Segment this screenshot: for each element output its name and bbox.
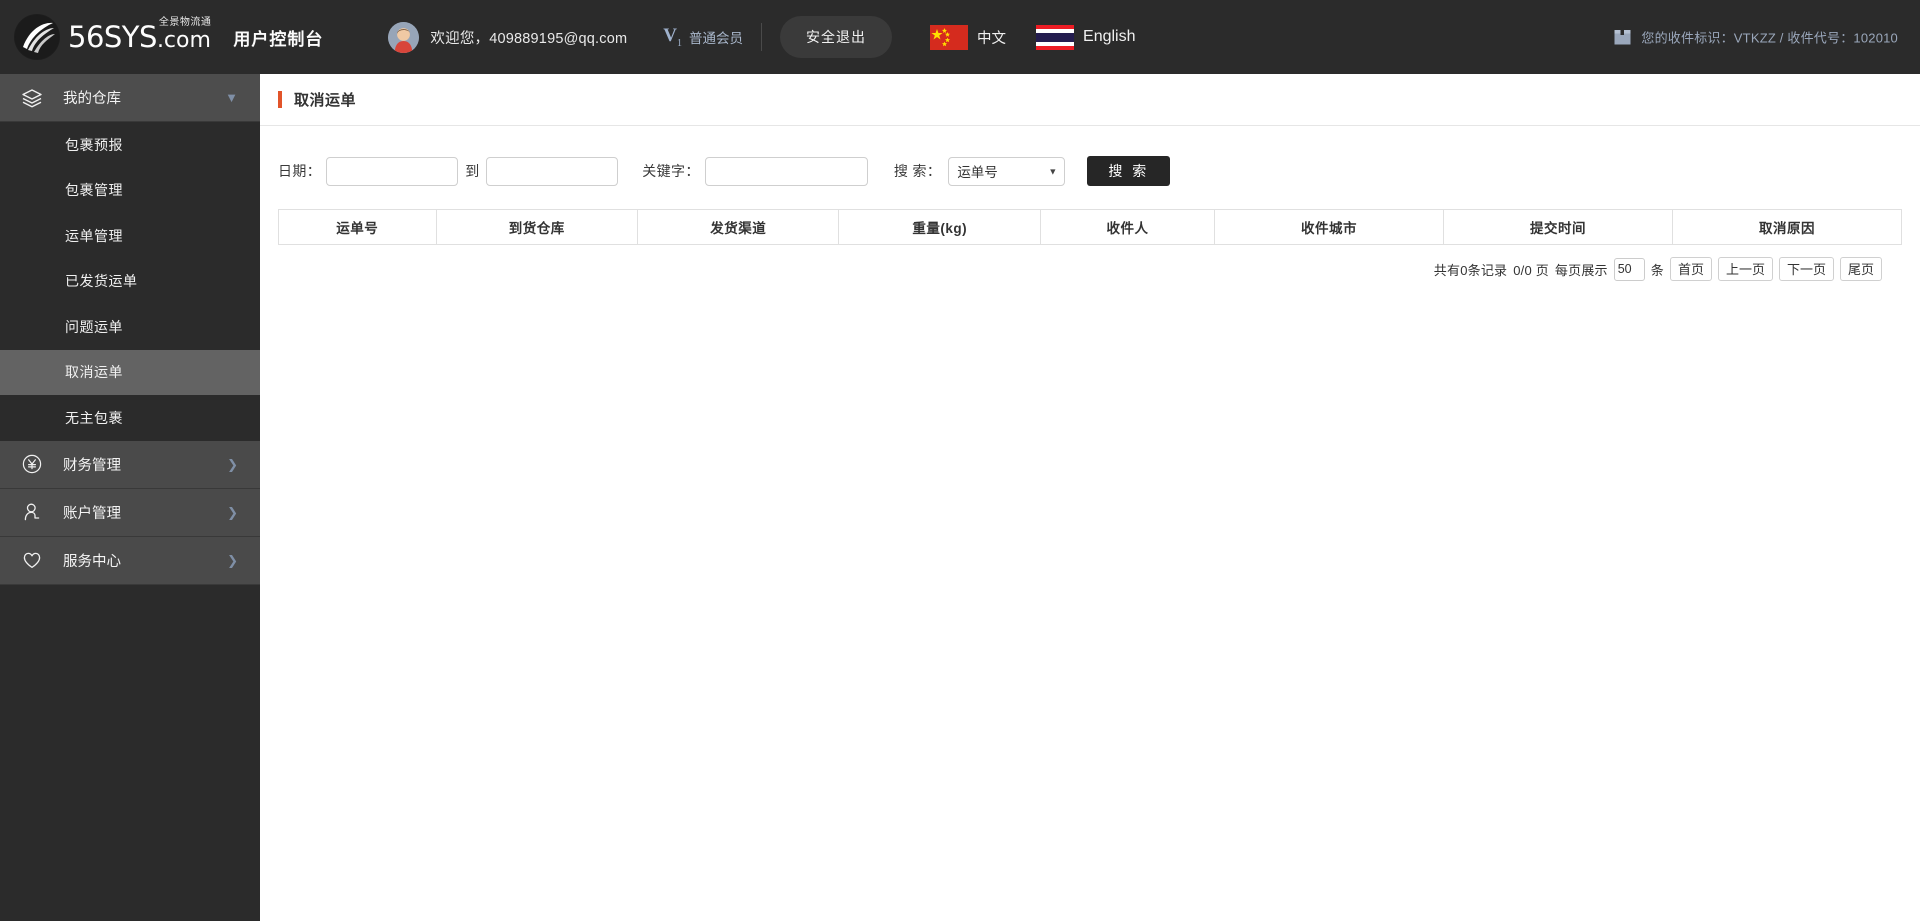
sidebar-item-label: 已发货运单 [65,273,138,290]
language-switch-cn[interactable]: 中文 [930,24,1007,50]
date-from-input[interactable] [326,156,459,186]
sidebar-item-label: 无主包裹 [65,409,123,426]
china-flag-icon [930,24,969,50]
yen-circle-icon [18,450,46,478]
search-by-selected-value: 运单号 [957,165,998,180]
sidebar-item-label: 包裹管理 [65,182,123,199]
table-header-row: 运单号 到货仓库 发货渠道 重量(kg) 收件人 收件城市 提交时间 取消原因 [278,209,1903,245]
sidebar-group-label: 财务管理 [63,457,121,474]
main-content: 取消运单 日期： 到 关键字： 搜 索： 运单号 ▼ 搜 索 运单号 到货仓库 … [260,74,1920,921]
logo-slogan: 全景物流通 [158,17,212,28]
console-title: 用户控制台 [233,29,324,49]
results-table-wrap: 运单号 到货仓库 发货渠道 重量(kg) 收件人 收件城市 提交时间 取消原因 … [260,186,1920,281]
membership-level: 普通会员 [689,30,744,46]
receiver-identity-text: 您的收件标识：VTKZZ / 收件代号：102010 [1641,30,1898,46]
search-by-label: 搜 索： [893,163,942,179]
membership-badge: V1 普通会员 [663,26,743,49]
chevron-right-icon: ❯ [227,552,238,568]
sidebar-item-waybill-management[interactable]: 运单管理 [0,213,260,259]
search-by-select[interactable]: 运单号 [948,156,1066,186]
column-header-shipping-channel[interactable]: 发货渠道 [636,209,840,245]
language-switch-en[interactable]: English [1036,24,1136,50]
last-page-button[interactable]: 尾页 [1839,257,1882,281]
app-header: 56SYS.com 全景物流通 用户控制台 欢迎您，409889195@qq.c… [0,0,1920,74]
brand-logo[interactable]: 56SYS.com 全景物流通 [14,14,211,60]
chevron-down-icon: ▼ [225,90,238,105]
shield-icon [18,546,46,574]
sidebar-item-label: 问题运单 [65,318,123,335]
title-accent-bar [278,91,282,108]
keyword-label: 关键字： [642,163,700,179]
sidebar-group-my-warehouse[interactable]: 我的仓库 ▼ [0,74,260,122]
sidebar-item-label: 取消运单 [65,364,123,381]
app-body: 我的仓库 ▼ 包裹预报 包裹管理 运单管理 已发货运单 问题运单 取消运单 无主… [0,74,1920,921]
sidebar-item-label: 运单管理 [65,227,123,244]
column-header-waybill-no[interactable]: 运单号 [278,209,437,245]
chevron-right-icon: ❯ [227,456,238,472]
sidebar-group-account[interactable]: 账户管理 ❯ [0,488,260,537]
prev-page-button[interactable]: 上一页 [1717,257,1773,281]
sidebar-group-label: 我的仓库 [63,91,121,107]
column-header-recipient-city[interactable]: 收件城市 [1213,209,1444,245]
sidebar-item-problem-waybills[interactable]: 问题运单 [0,304,260,350]
column-header-arrival-warehouse[interactable]: 到货仓库 [435,209,639,245]
column-header-cancel-reason[interactable]: 取消原因 [1671,209,1903,245]
avatar[interactable] [388,21,420,53]
pagination-bar: 共有0条记录 0/0 页 每页展示 条 首页 上一页 下一页 尾页 [278,245,1902,281]
column-header-recipient[interactable]: 收件人 [1039,209,1215,245]
page-indicator-text: 0/0 页 [1513,262,1549,278]
page-title: 取消运单 [294,92,357,109]
sidebar-item-cancelled-waybills[interactable]: 取消运单 [0,349,260,395]
logout-button[interactable]: 安全退出 [780,16,893,58]
welcome-message: 欢迎您，409889195@qq.com [430,30,628,47]
box-icon [1614,29,1631,44]
first-page-button[interactable]: 首页 [1669,257,1712,281]
search-button[interactable]: 搜 索 [1087,156,1171,186]
chevron-right-icon: ❯ [227,504,238,520]
sidebar-item-package-management[interactable]: 包裹管理 [0,167,260,213]
sidebar-group-service-center[interactable]: 服务中心 ❯ [0,536,260,585]
date-between-label: 到 [465,163,480,179]
sidebar-item-shipped-waybills[interactable]: 已发货运单 [0,258,260,304]
receiver-identity: 您的收件标识：VTKZZ / 收件代号：102010 [1614,28,1898,47]
results-table: 运单号 到货仓库 发货渠道 重量(kg) 收件人 收件城市 提交时间 取消原因 [278,209,1903,245]
sidebar-item-unclaimed-packages[interactable]: 无主包裹 [0,395,260,441]
sidebar-group-label: 账户管理 [63,505,121,522]
filter-toolbar: 日期： 到 关键字： 搜 索： 运单号 ▼ 搜 索 [260,126,1920,186]
page-title-bar: 取消运单 [260,74,1920,126]
total-records-text: 共有0条记录 [1433,262,1508,278]
sidebar-group-finance[interactable]: 财务管理 ❯ [0,440,260,489]
person-icon [18,498,46,526]
date-label: 日期： [278,163,322,179]
logo-mark-icon [14,14,60,60]
sidebar-item-label: 包裹预报 [65,136,123,153]
per-page-label: 每页展示 [1554,262,1608,278]
vip-mark-icon: V1 [663,24,683,49]
sidebar-group-label: 服务中心 [63,553,121,570]
thailand-flag-icon [1036,24,1075,50]
column-header-weight[interactable]: 重量(kg) [838,209,1041,245]
search-by-select-wrap: 运单号 ▼ [948,156,1066,186]
next-page-button[interactable]: 下一页 [1778,257,1834,281]
layers-icon [18,84,46,112]
sidebar: 我的仓库 ▼ 包裹预报 包裹管理 运单管理 已发货运单 问题运单 取消运单 无主… [0,74,260,921]
per-page-input[interactable] [1613,257,1645,281]
sidebar-item-package-forecast[interactable]: 包裹预报 [0,122,260,168]
header-divider [761,23,763,51]
language-label-en: English [1083,28,1136,45]
column-header-submit-time[interactable]: 提交时间 [1442,209,1673,245]
per-page-unit: 条 [1650,262,1664,278]
date-to-input[interactable] [486,156,619,186]
language-label-cn: 中文 [977,30,1007,47]
keyword-input[interactable] [704,156,868,186]
